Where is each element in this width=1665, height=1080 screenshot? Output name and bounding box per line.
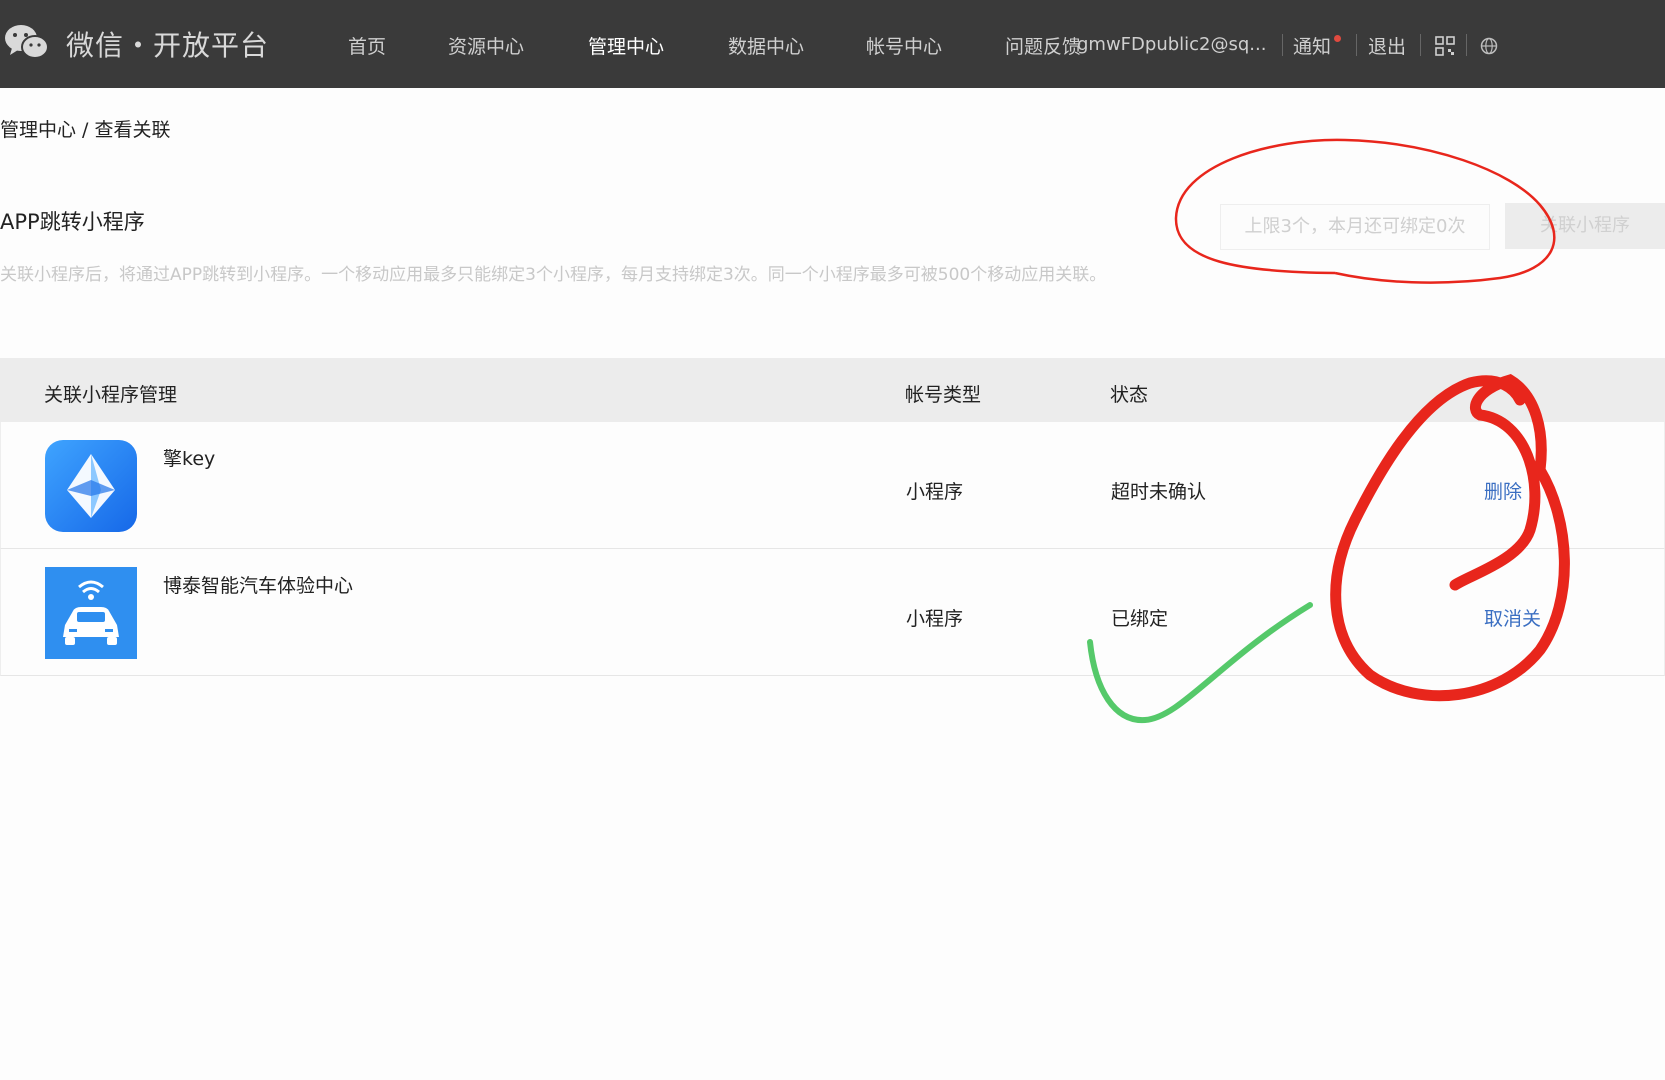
status-text: 超时未确认 xyxy=(1111,481,1207,503)
platform-logo-text[interactable]: 微信・开放平台 xyxy=(66,24,269,64)
table-row: 博泰智能汽车体验中心 小程序 已绑定 取消关 xyxy=(0,549,1665,676)
column-header-account-type: 帐号类型 xyxy=(905,384,982,406)
unlink-link[interactable]: 取消关 xyxy=(1484,604,1541,631)
quota-notice: 上限3个，本月还可绑定0次 xyxy=(1220,204,1490,250)
app-icon-qingkey xyxy=(45,440,137,532)
feedback-link[interactable]: 问题反馈 xyxy=(1005,32,1081,59)
separator xyxy=(1466,34,1467,56)
section-description: 关联小程序后，将通过APP跳转到小程序。一个移动应用最多只能绑定3个小程序，每月… xyxy=(0,265,1107,285)
wechat-logo-icon xyxy=(5,25,49,59)
section-title: APP跳转小程序 xyxy=(0,210,145,234)
delete-link[interactable]: 删除 xyxy=(1484,477,1522,504)
nav-resource-center[interactable]: 资源中心 xyxy=(448,32,524,59)
separator xyxy=(1282,34,1283,56)
app-name: 博泰智能汽车体验中心 xyxy=(163,575,354,597)
globe-icon[interactable] xyxy=(1480,37,1498,55)
column-header-status: 状态 xyxy=(1110,384,1149,406)
link-miniprogram-button[interactable]: 关联小程序 xyxy=(1505,203,1665,249)
logout-link[interactable]: 退出 xyxy=(1368,32,1406,59)
qrcode-icon[interactable] xyxy=(1435,36,1455,56)
table-row: 擎key 小程序 超时未确认 删除 xyxy=(0,422,1665,549)
account-type: 小程序 xyxy=(906,481,964,503)
account-type: 小程序 xyxy=(906,608,964,630)
nav-management-center[interactable]: 管理中心 xyxy=(588,32,664,59)
account-email[interactable]: gmwFDpublic2@sq... xyxy=(1077,34,1266,55)
notification-dot xyxy=(1334,35,1341,42)
separator xyxy=(1420,34,1421,56)
app-name: 擎key xyxy=(163,448,216,470)
separator xyxy=(1356,34,1357,56)
breadcrumb: 管理中心 / 查看关联 xyxy=(0,119,171,141)
top-nav-bar: 微信・开放平台 首页 资源中心 管理中心 数据中心 帐号中心 问题反馈 gmwF… xyxy=(0,0,1665,88)
nav-data-center[interactable]: 数据中心 xyxy=(728,32,804,59)
table-header: 关联小程序管理 帐号类型 状态 xyxy=(0,358,1665,422)
notify-link[interactable]: 通知 xyxy=(1293,32,1331,59)
status-text: 已绑定 xyxy=(1111,608,1169,630)
column-header-miniprogram: 关联小程序管理 xyxy=(44,384,178,406)
app-icon-car xyxy=(45,567,137,659)
nav-account-center[interactable]: 帐号中心 xyxy=(866,32,942,59)
nav-home[interactable]: 首页 xyxy=(348,32,386,59)
